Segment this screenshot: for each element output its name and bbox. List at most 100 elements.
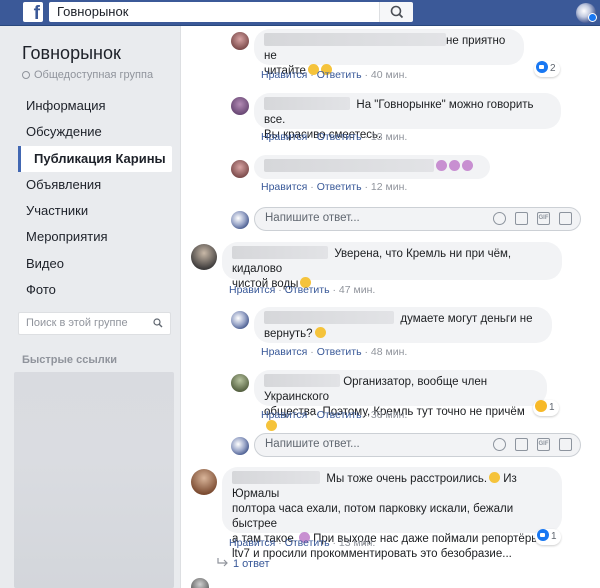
avatar[interactable] (191, 244, 217, 270)
camera-icon[interactable] (515, 438, 528, 451)
nav-item-photo[interactable]: Фото (18, 277, 172, 303)
nav-item-members[interactable]: Участники (18, 198, 172, 224)
avatar[interactable] (231, 374, 249, 392)
gif-icon[interactable]: GIF (537, 212, 550, 225)
sticker-icon[interactable] (559, 212, 572, 225)
avatar[interactable] (231, 32, 249, 50)
globe-icon (22, 71, 30, 79)
view-replies-link[interactable]: 1 ответ (233, 558, 270, 570)
group-nav: Информация Обсуждение Публикация Карины … (18, 93, 172, 303)
group-type: Общедоступная группа (22, 69, 153, 81)
reply-icons: GIF (493, 438, 572, 452)
comment-bubble (254, 155, 490, 179)
blurred-author-name (264, 159, 434, 172)
group-name[interactable]: Говнорынок (22, 43, 121, 64)
comment-actions: Нравится · Ответить · 13 мин. (229, 537, 376, 549)
comment-text: ltv7 и просили прокомментировать это без… (232, 548, 512, 560)
reaction-count[interactable]: 1 (535, 529, 561, 545)
my-avatar (231, 437, 249, 455)
avatar[interactable] (231, 97, 249, 115)
avatar[interactable] (191, 469, 217, 495)
quick-links-title: Быстрые ссылки (22, 354, 117, 366)
timestamp[interactable]: 13 мин. (339, 537, 375, 549)
like-link[interactable]: Нравится (261, 69, 307, 81)
timestamp[interactable]: 12 мин. (371, 181, 407, 193)
blurred-author-name (264, 33, 446, 46)
group-search-input[interactable]: Поиск в этой группе (18, 312, 171, 335)
reaction-count[interactable]: 1 (533, 400, 559, 416)
haha-reaction-icon (535, 400, 547, 412)
comment-actions: Нравится · Ответить · 48 мин. (261, 346, 408, 358)
search-input[interactable]: Говнорынок (49, 2, 379, 22)
nav-item-info[interactable]: Информация (18, 93, 172, 119)
search-icon (153, 318, 163, 328)
left-sidebar: Говнорынок Общедоступная группа Информац… (0, 26, 180, 588)
like-reaction-icon (537, 529, 549, 541)
comment-actions: Нравится · Ответить · 47 мин. (229, 284, 376, 296)
comment-text: думаете могут деньги не (400, 313, 533, 325)
nav-item-discussion[interactable]: Обсуждение (18, 119, 172, 145)
reaction-count[interactable]: 2 (534, 61, 560, 77)
nav-item-video[interactable]: Видео (18, 251, 172, 277)
group-type-label: Общедоступная группа (34, 69, 154, 81)
reply-link[interactable]: Ответить (317, 409, 362, 421)
reply-input[interactable]: Напишите ответ... GIF (254, 433, 581, 457)
reply-link[interactable]: Ответить (285, 284, 330, 296)
gif-icon[interactable]: GIF (537, 438, 550, 451)
reply-link[interactable]: Ответить (317, 346, 362, 358)
quick-links-blurred (14, 372, 174, 588)
nav-item-karina-post[interactable]: Публикация Карины (18, 145, 172, 172)
reaction-number: 1 (549, 402, 555, 413)
timestamp[interactable]: 13 мин. (371, 131, 407, 143)
reaction-number: 1 (551, 531, 557, 542)
facebook-logo-icon[interactable]: f (23, 2, 43, 22)
timestamp[interactable]: 40 мин. (371, 69, 407, 81)
like-link[interactable]: Нравится (261, 181, 307, 193)
blurred-author-name (232, 471, 320, 484)
group-search-placeholder: Поиск в этой группе (26, 317, 128, 329)
comment-text: вернуть? (264, 328, 313, 340)
comments-feed: не приятно не читайте 2 Нравится · Ответ… (180, 26, 600, 588)
comment-bubble: На "Говнорынке" можно говорить все. Вы к… (254, 93, 561, 141)
timestamp[interactable]: 47 мин. (339, 284, 375, 296)
reply-link[interactable]: Ответить (285, 537, 330, 549)
emoji-icon[interactable] (493, 212, 506, 225)
search-button[interactable] (379, 2, 413, 22)
blurred-author-name (264, 374, 340, 387)
timestamp[interactable]: 48 мин. (371, 346, 407, 358)
emoji-icon[interactable] (493, 438, 506, 451)
reply-arrow-icon (217, 558, 228, 567)
my-avatar (231, 211, 249, 229)
top-bar: f Говнорынок (0, 0, 600, 26)
comment-actions: Нравится · Ответить · 12 мин. (261, 181, 408, 193)
sticker-icon[interactable] (559, 438, 572, 451)
comment-bubble: думаете могут деньги не вернуть? (254, 307, 552, 343)
reply-link[interactable]: Ответить (317, 181, 362, 193)
like-link[interactable]: Нравится (261, 131, 307, 143)
nav-item-announcements[interactable]: Объявления (18, 172, 172, 198)
blurred-author-name (264, 97, 350, 110)
comment-bubble: не приятно не читайте (254, 29, 524, 77)
avatar[interactable] (231, 311, 249, 329)
reply-placeholder: Напишите ответ... (265, 212, 360, 224)
like-link[interactable]: Нравится (229, 284, 275, 296)
comment-actions: Нравится · Ответить · 30 мин. (261, 409, 408, 421)
comment-text: полтора часа ехали, потом парковку искал… (232, 503, 514, 530)
reply-link[interactable]: Ответить (317, 69, 362, 81)
comment-actions: Нравится · Ответить · 40 мин. (261, 69, 408, 81)
timestamp[interactable]: 30 мин. (371, 409, 407, 421)
reply-link[interactable]: Ответить (317, 131, 362, 143)
avatar (191, 578, 209, 588)
comment-bubble: Организатор, вообще член Украинского общ… (254, 370, 547, 431)
like-link[interactable]: Нравится (261, 346, 307, 358)
avatar[interactable] (231, 160, 249, 178)
like-link[interactable]: Нравится (229, 537, 275, 549)
like-link[interactable]: Нравится (261, 409, 307, 421)
reply-icons: GIF (493, 212, 572, 226)
woman-emoji-icon (436, 160, 447, 171)
camera-icon[interactable] (515, 212, 528, 225)
nav-item-events[interactable]: Мероприятия (18, 224, 172, 250)
reply-input[interactable]: Напишите ответ... GIF (254, 207, 581, 231)
woman-emoji-icon (449, 160, 460, 171)
reaction-number: 2 (550, 63, 556, 74)
